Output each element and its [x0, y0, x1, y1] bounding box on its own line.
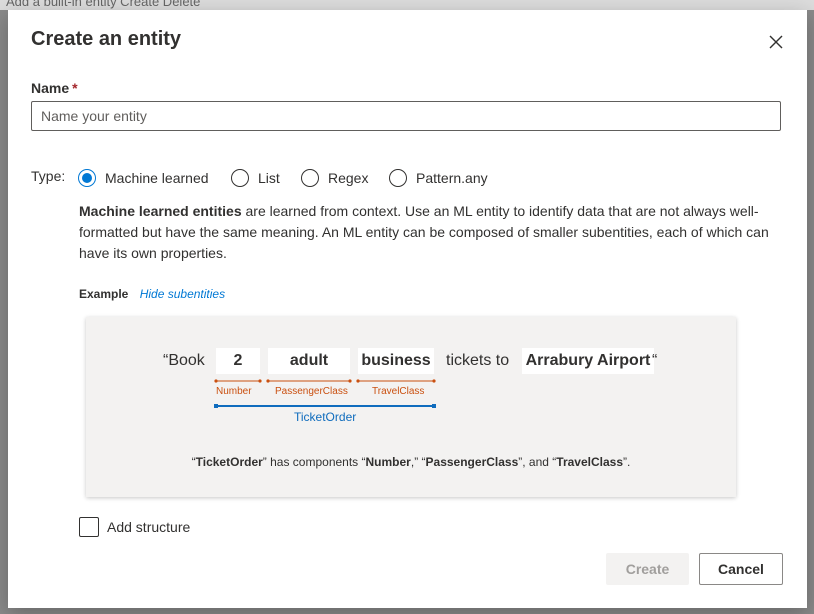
entity-underlines	[214, 379, 436, 408]
name-label: Name *	[31, 80, 78, 96]
create-button[interactable]: Create	[606, 553, 689, 585]
parent-entity-underline	[214, 404, 436, 408]
background-toolbar: Add a built-in entity Create Delete	[0, 0, 814, 10]
caption-part: ” has components “	[262, 455, 366, 469]
caption-entity: TicketOrder	[195, 455, 263, 469]
type-description: Machine learned entities are learned fro…	[79, 201, 779, 264]
example-header: Example Hide subentities	[79, 287, 225, 301]
radio-pattern-any[interactable]: Pattern.any	[389, 167, 488, 189]
subentity-travelclass-underline	[356, 379, 436, 383]
radio-circle-icon	[301, 169, 319, 187]
radio-label: Regex	[328, 170, 369, 186]
radio-label: Pattern.any	[416, 170, 488, 186]
radio-label: Machine learned	[105, 170, 209, 186]
parent-entity-label: TicketOrder	[294, 410, 357, 424]
radio-circle-icon	[78, 169, 96, 187]
entity-name-input[interactable]	[31, 101, 781, 131]
example-caption: “TicketOrder” has components “Number,” “…	[86, 455, 736, 469]
radio-label: List	[258, 170, 280, 186]
name-label-text: Name	[31, 80, 70, 96]
subentity-label-passengerclass: PassengerClass	[275, 386, 348, 397]
add-structure-checkbox[interactable]: Add structure	[79, 517, 190, 537]
subentity-number-underline	[214, 379, 262, 383]
subentity-label-number: Number	[216, 386, 252, 397]
create-entity-dialog: Create an entity Name* Type: Machine lea…	[8, 10, 807, 608]
radio-machine-learned[interactable]: Machine learned	[78, 167, 209, 189]
checkbox-icon	[79, 517, 99, 537]
example-open-quote: “Book	[163, 352, 205, 369]
hide-subentities-link[interactable]: Hide subentities	[140, 287, 225, 301]
caption-component: PassengerClass	[425, 455, 519, 469]
radio-regex[interactable]: Regex	[301, 167, 368, 189]
example-middle-text: tickets to	[446, 352, 510, 369]
example-token-passengerclass: adult	[268, 348, 350, 374]
radio-circle-icon	[389, 169, 407, 187]
example-close-quote: “	[652, 352, 658, 369]
example-label: Example	[79, 287, 129, 301]
cancel-button[interactable]: Cancel	[699, 553, 783, 585]
example-destination: Arrabury Airport	[522, 348, 654, 374]
example-token-travelclass: business	[358, 348, 434, 374]
subentity-label-travelclass: TravelClass	[372, 386, 425, 397]
example-token-number: 2	[216, 348, 260, 374]
add-structure-label: Add structure	[107, 519, 191, 535]
example-card: “Book 2 adult business tickets to Arrabu…	[86, 317, 736, 497]
subentity-passengerclass-underline	[266, 379, 352, 383]
radio-list[interactable]: List	[231, 167, 280, 189]
required-marker: *	[72, 80, 78, 96]
caption-component: TravelClass	[556, 455, 623, 469]
caption-component: Number	[365, 455, 411, 469]
caption-part: ,” “	[410, 455, 426, 469]
caption-part: ”, and “	[518, 455, 557, 469]
dialog-title: Create an entity	[31, 28, 182, 50]
type-label: Type:	[31, 168, 66, 184]
background-toolbar-text: Add a built-in entity Create Delete	[6, 0, 201, 9]
caption-part: ”.	[623, 455, 631, 469]
close-icon	[769, 35, 783, 49]
description-bold: Machine learned entities	[79, 203, 242, 219]
close-button[interactable]	[764, 30, 788, 54]
radio-circle-icon	[231, 169, 249, 187]
